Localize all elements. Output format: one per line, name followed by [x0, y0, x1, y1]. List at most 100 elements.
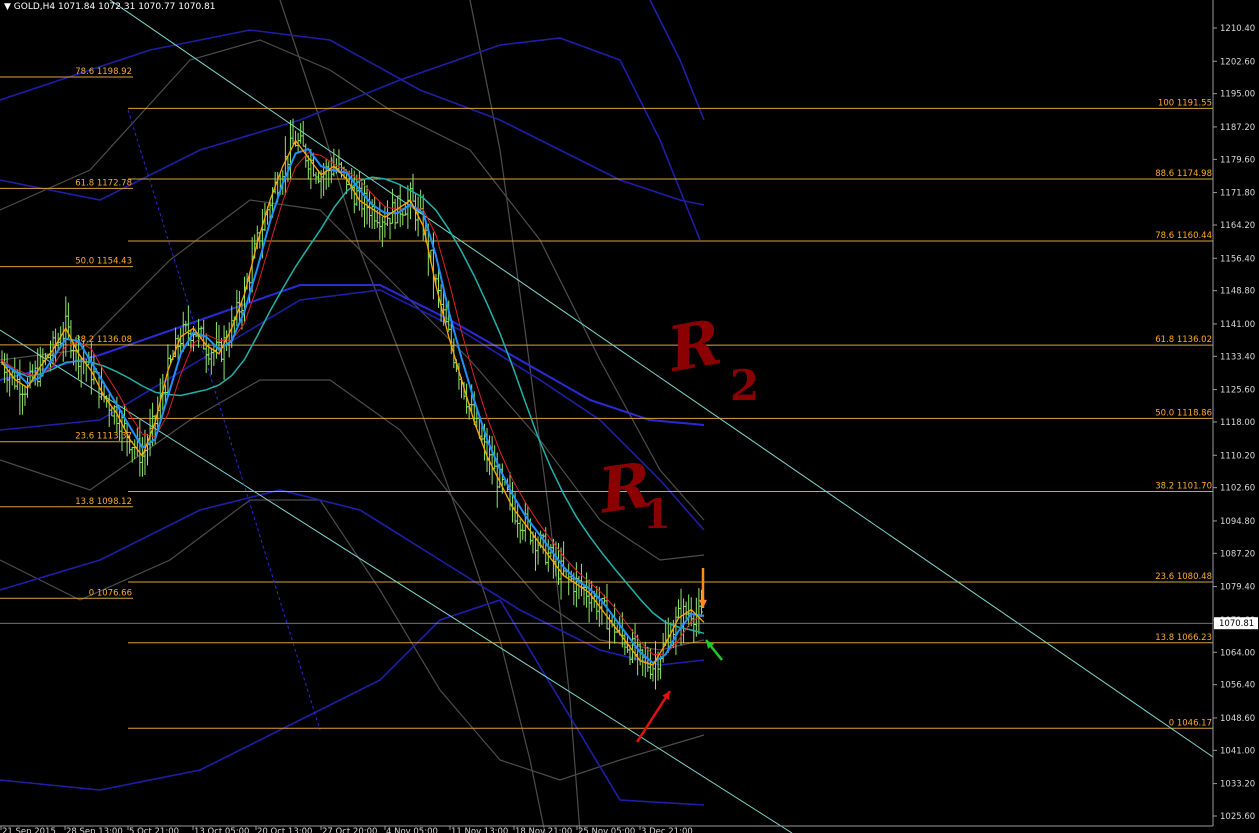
collapse-arrow-icon[interactable]: ▼ — [4, 2, 11, 12]
price-tick-label: 1187.20 — [1220, 123, 1255, 133]
candle — [13, 357, 17, 390]
candle — [697, 588, 701, 635]
fib-right-label-0: 100 1191.55 — [1158, 98, 1212, 108]
candle — [398, 183, 402, 228]
candle — [521, 523, 525, 540]
candle — [212, 345, 216, 367]
date-tick-label: 11 Nov 13:00 — [451, 827, 508, 833]
red-up-arrow-icon — [635, 690, 672, 743]
fib-left-label-6: 13.8 1098.12 — [75, 497, 132, 507]
candle — [184, 320, 188, 333]
candle — [587, 579, 591, 623]
candle — [511, 481, 515, 523]
price-tick-label: 1094.80 — [1220, 517, 1255, 527]
gray-band-1 — [0, 379, 705, 651]
price-tick-label: 1210.40 — [1220, 24, 1255, 34]
candle — [684, 601, 688, 619]
candle — [380, 216, 384, 247]
navy-band-5 — [649, 0, 705, 121]
price-tick-label: 1125.60 — [1220, 386, 1255, 396]
date-tick-label: 4 Nov 05:00 — [386, 827, 438, 833]
price-tick-label: 1118.00 — [1220, 418, 1255, 428]
price-tick-label: 1148.80 — [1220, 287, 1255, 297]
candle — [18, 359, 22, 415]
candle — [222, 325, 226, 380]
fib-right-label-8: 0 1046.17 — [1169, 718, 1212, 728]
annotation-r2-subscript: 2 — [730, 361, 759, 410]
trend-channel — [0, 0, 1214, 833]
price-tick-label: 1064.00 — [1220, 648, 1255, 658]
price-tick-label: 1025.60 — [1220, 812, 1255, 822]
annotation-r2: R — [661, 305, 726, 386]
gray-band-3 — [0, 499, 705, 781]
candle — [324, 159, 328, 190]
candle — [579, 563, 583, 597]
price-tick-label: 1087.20 — [1220, 549, 1255, 559]
price-tick-label: 1195.00 — [1220, 90, 1255, 100]
price-tick-label: 1179.60 — [1220, 155, 1255, 165]
candle — [378, 201, 382, 240]
gray-band-4 — [279, 0, 546, 833]
candle — [682, 598, 686, 644]
candle — [653, 641, 657, 690]
candle — [490, 436, 494, 485]
fib-left-label-1: 78.6 1198.92 — [75, 67, 132, 77]
date-tick-label: 3 Dec 21:00 — [641, 827, 693, 833]
candle — [516, 503, 520, 538]
date-tick-label: 21 Sep 2015 — [2, 827, 56, 833]
price-tick-label: 1110.20 — [1220, 451, 1255, 461]
candle — [676, 599, 680, 619]
price-tick-label: 1079.40 — [1220, 583, 1255, 593]
candle — [373, 196, 377, 230]
date-tick-label: 18 Nov 21:00 — [515, 827, 572, 833]
candle — [651, 664, 655, 682]
candle — [368, 190, 372, 228]
navy-band-1 — [0, 289, 705, 531]
ma-teal-line — [1, 176, 705, 635]
fib-left-label-5: 23.6 1113.37 — [75, 432, 132, 442]
date-tick-label: 27 Oct 20:00 — [322, 827, 377, 833]
price-axis: 1210.40 1202.60 1195.00 1187.20 1179.60 1171.… — [1212, 0, 1259, 833]
dotted-trend-line — [127, 109, 321, 731]
price-tick-label: 1156.40 — [1220, 254, 1255, 264]
date-axis: 21 Sep 2015 28 Sep 13:00 5 Oct 21:00 13 Oct… — [0, 825, 1213, 833]
date-tick-label: 25 Nov 05:00 — [578, 827, 635, 833]
symbol-label: GOLD,H4 — [13, 2, 56, 12]
price-tick-label: 1202.60 — [1220, 57, 1255, 67]
fib-left-label-3: 50.0 1154.43 — [75, 257, 132, 267]
candle — [577, 575, 581, 600]
candle — [294, 130, 298, 147]
red-up-arrow-icon-shaft — [635, 690, 672, 743]
channel-upper-line — [109, 0, 1214, 758]
gray-band-0 — [0, 39, 705, 521]
candle — [20, 384, 24, 415]
price-tick-label: 1048.60 — [1220, 714, 1255, 724]
candle — [388, 217, 392, 240]
candle — [299, 123, 303, 144]
ohlc-values: 1071.84 1072.31 1070.77 1070.81 — [58, 2, 216, 12]
date-tick-label: 28 Sep 13:00 — [66, 827, 123, 833]
fib-right-label-1: 88.6 1174.98 — [1155, 169, 1212, 179]
indicator-bands — [0, 0, 705, 833]
candle — [360, 181, 364, 218]
candle — [518, 519, 522, 544]
candle — [283, 136, 287, 196]
candle — [350, 168, 354, 200]
price-tick-label: 1164.20 — [1220, 221, 1255, 231]
price-tick-label: 1171.80 — [1220, 189, 1255, 199]
fib-left-label-2: 61.8 1172.78 — [75, 178, 132, 188]
fib-right-label-7: 13.8 1066.23 — [1155, 633, 1212, 643]
chart-header: ▼ GOLD,H4 1071.84 1072.31 1070.77 1070.8… — [4, 2, 215, 12]
chart-area[interactable]: 100 1222.1778.6 1198.9261.8 1172.7850.0 … — [0, 0, 1259, 833]
candle — [674, 606, 678, 655]
candle — [133, 439, 137, 459]
date-tick-label: 20 Oct 13:00 — [257, 827, 312, 833]
navy-band-mid — [0, 284, 705, 426]
fib-left-label-7: 0 1076.66 — [89, 588, 132, 598]
date-tick-label: 5 Oct 21:00 — [129, 827, 179, 833]
navy-band-3 — [0, 599, 705, 806]
orange-down-arrow-icon — [699, 568, 707, 608]
price-tick-label: 1056.40 — [1220, 681, 1255, 691]
price-chart[interactable]: 100 1222.1778.6 1198.9261.8 1172.7850.0 … — [0, 0, 1259, 833]
fib-right-label-2: 78.6 1160.44 — [1155, 231, 1212, 241]
